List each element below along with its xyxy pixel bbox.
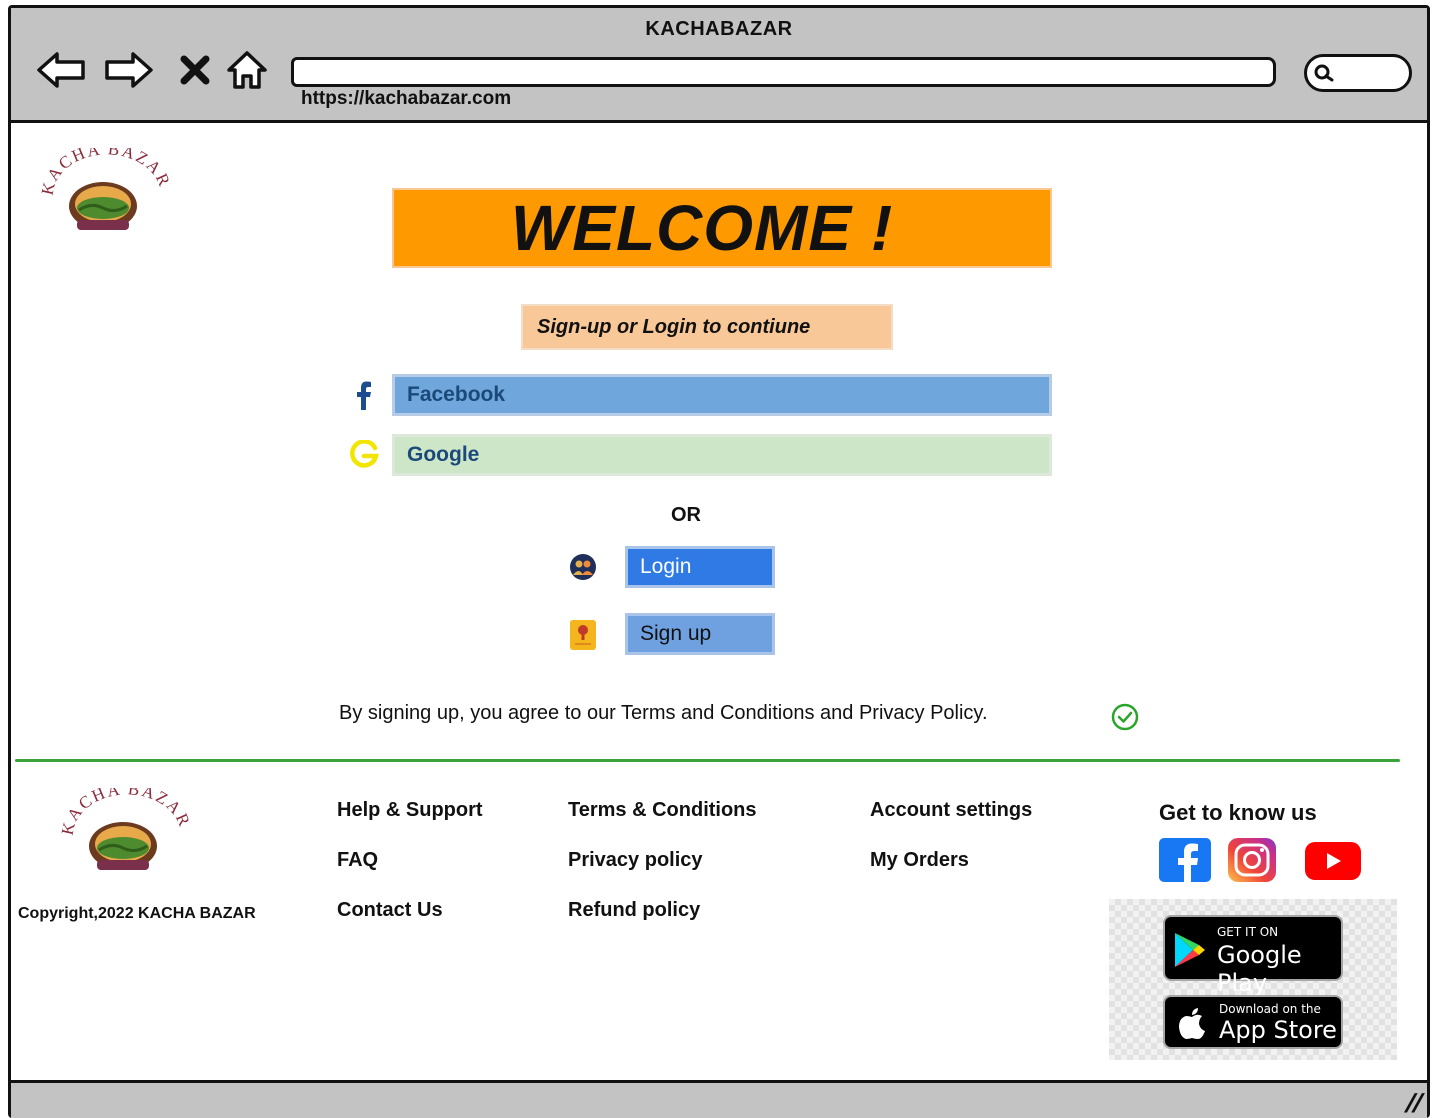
google-play-icon — [1175, 933, 1205, 967]
browser-toolbar: KACHABAZAR https://kachabazar.com — [11, 8, 1427, 123]
apple-icon — [1179, 1008, 1205, 1039]
footer-link-faq[interactable]: FAQ — [337, 849, 378, 872]
subtitle-banner: Sign-up or Login to contiune — [521, 304, 893, 350]
window-title: KACHABAZAR — [645, 18, 793, 40]
facebook-label: Facebook — [407, 383, 506, 406]
close-x-icon[interactable] — [169, 44, 221, 96]
signup-button[interactable]: Sign up — [625, 613, 775, 655]
url-text: https://kachabazar.com — [301, 88, 512, 109]
footer-link-contact-us[interactable]: Contact Us — [337, 899, 443, 922]
welcome-title: WELCOME ! — [510, 192, 894, 264]
footer-link-my-orders[interactable]: My Orders — [870, 849, 969, 872]
google-g-icon — [350, 440, 379, 468]
footer-logo[interactable]: KACHA BAZAR — [59, 788, 189, 878]
google-play-badge[interactable]: GET IT ON Google Play — [1163, 915, 1343, 997]
checkmark-circle-icon[interactable] — [1111, 703, 1139, 731]
footer-link-privacy-policy[interactable]: Privacy policy — [568, 849, 703, 872]
address-bar[interactable] — [291, 57, 1276, 87]
signup-label: Sign up — [640, 622, 712, 645]
footer-link-account-settings[interactable]: Account settings — [870, 799, 1032, 822]
get-to-know-us-heading: Get to know us — [1159, 800, 1317, 825]
browser-search[interactable] — [1304, 54, 1412, 92]
login-label: Login — [640, 555, 692, 578]
app-store-badge[interactable]: Download on the App Store — [1163, 995, 1343, 1049]
youtube-icon[interactable] — [1305, 842, 1361, 880]
google-label: Google — [407, 443, 480, 466]
search-icon — [1314, 64, 1334, 82]
kachabazar-logo[interactable]: KACHA BAZAR — [39, 148, 169, 238]
back-arrow-icon[interactable] — [35, 44, 87, 96]
terms-agreement-text: By signing up, you agree to our Terms an… — [339, 702, 988, 724]
footer-link-refund-policy[interactable]: Refund policy — [568, 899, 700, 922]
app-store-small-text: Download on the — [1219, 1002, 1321, 1016]
app-store-big-text: App Store — [1219, 1016, 1337, 1044]
login-button[interactable]: Login — [625, 546, 775, 588]
facebook-icon[interactable] — [1159, 838, 1211, 882]
footer-link-terms-conditions[interactable]: Terms & Conditions — [568, 799, 757, 822]
copyright-text: Copyright,2022 KACHA BAZAR — [18, 905, 256, 922]
subtitle-text: Sign-up or Login to contiune — [537, 315, 811, 338]
facebook-f-icon — [357, 381, 371, 410]
resize-grip-icon[interactable]: // — [1401, 1088, 1426, 1118]
browser-window: KACHABAZAR https://kachabazar.com KACHA … — [8, 5, 1430, 1118]
google-login-button[interactable]: Google — [392, 434, 1052, 476]
home-icon[interactable] — [221, 44, 273, 96]
google-play-big-text: Google Play — [1217, 941, 1302, 997]
facebook-login-button[interactable]: Facebook — [392, 374, 1052, 416]
signup-form-icon — [570, 620, 596, 650]
google-play-small-text: GET IT ON — [1217, 925, 1279, 939]
instagram-icon[interactable] — [1227, 838, 1277, 882]
or-text: OR — [671, 504, 701, 526]
forward-arrow-icon[interactable] — [103, 44, 155, 96]
browser-status-bar: // — [11, 1080, 1427, 1118]
footer-link-help-support[interactable]: Help & Support — [337, 799, 483, 822]
users-icon — [570, 554, 596, 580]
welcome-banner: WELCOME ! — [392, 188, 1052, 268]
footer-divider — [15, 759, 1400, 762]
